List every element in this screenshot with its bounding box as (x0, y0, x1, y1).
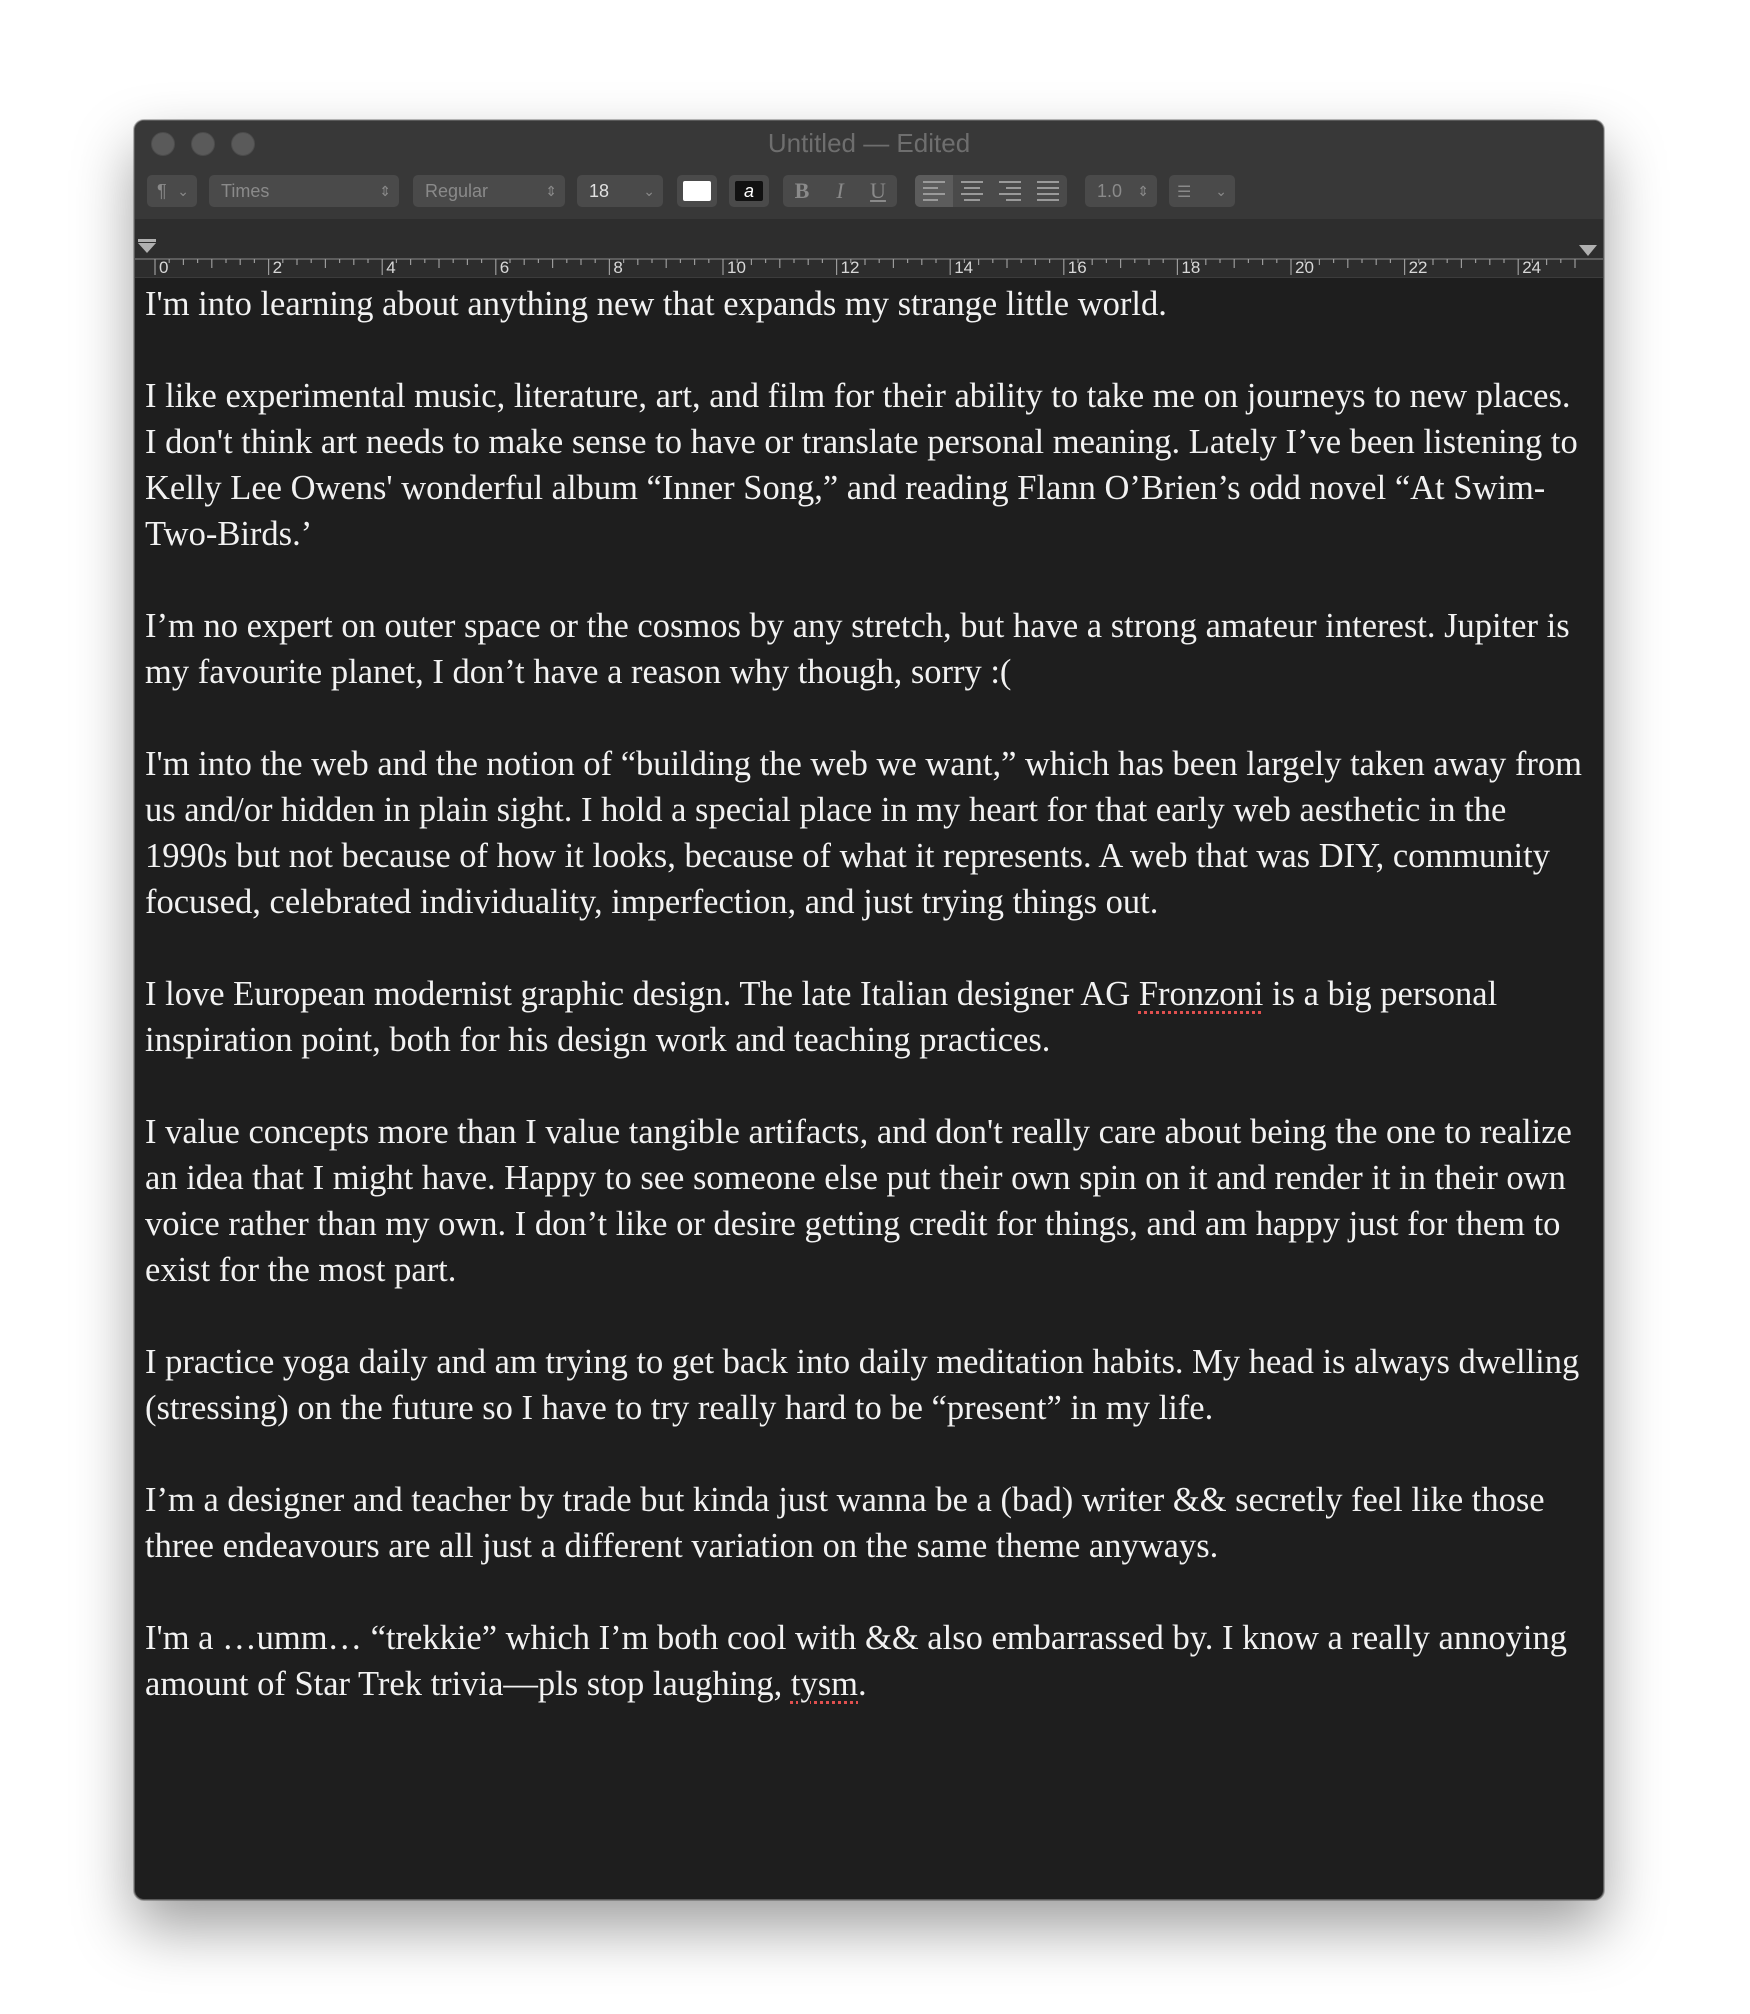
line-spacing-popup[interactable]: 1.0 ⇕ (1085, 175, 1157, 207)
up-down-arrows-icon: ⇕ (545, 183, 557, 199)
ruler-label: 12 (841, 258, 860, 277)
align-right-button[interactable] (991, 175, 1029, 207)
ruler-label: 10 (727, 258, 746, 277)
font-style-value: Regular (425, 181, 489, 201)
document-paragraph: I'm into learning about anything new tha… (145, 285, 1167, 323)
ruler-label: 14 (954, 258, 973, 277)
text-color-swatch (683, 181, 711, 201)
left-indent-marker[interactable] (138, 239, 156, 253)
misspelled-word[interactable]: tysm (791, 1665, 858, 1703)
bold-button[interactable]: B (783, 175, 821, 207)
ruler-label: 6 (500, 258, 509, 277)
format-toolbar: ¶ ⌄ Times ⇕ Regular ⇕ 18 ⌄ a B I U 1.0 ⇕… (135, 165, 1603, 220)
ruler-label: 22 (1409, 258, 1428, 277)
paragraph-text: . (858, 1665, 867, 1703)
up-down-arrows-icon: ⇕ (1137, 183, 1149, 199)
ruler-label: 18 (1181, 258, 1200, 277)
textedit-window: Untitled — Edited ¶ ⌄ Times ⇕ Regular ⇕ … (134, 120, 1604, 1900)
paragraph-text: I love European modernist graphic design… (145, 975, 1139, 1013)
font-style-popup[interactable]: Regular ⇕ (413, 175, 565, 207)
ruler-label: 8 (613, 258, 622, 277)
ruler-label: 4 (386, 258, 395, 277)
align-left-button[interactable] (915, 175, 953, 207)
font-size-value: 18 (589, 181, 610, 201)
ruler-label: 20 (1295, 258, 1314, 277)
background-color-swatch: a (735, 181, 763, 201)
ruler-label: 2 (273, 258, 282, 277)
ruler[interactable]: 0 2 4 6 8 10 12 14 16 18 20 22 24 (135, 219, 1603, 278)
document-paragraph: I value concepts more than I value tangi… (145, 1113, 1572, 1289)
no-color-icon: a (743, 181, 754, 201)
chevron-down-icon: ⌄ (177, 183, 189, 199)
text-color-well[interactable] (677, 175, 717, 207)
document-paragraph: I’m a designer and teacher by trade but … (145, 1481, 1545, 1565)
font-family-popup[interactable]: Times ⇕ (209, 175, 399, 207)
document-paragraph: I practice yoga daily and am trying to g… (145, 1343, 1580, 1427)
chevron-down-icon: ⌄ (1215, 183, 1227, 199)
paragraph-styles-popup[interactable]: ¶ ⌄ (147, 175, 197, 207)
right-margin-marker[interactable] (1579, 245, 1597, 256)
list-icon: ☰ (1177, 184, 1192, 201)
document-paragraph: I’m no expert on outer space or the cosm… (145, 607, 1570, 691)
up-down-arrows-icon: ⇕ (379, 183, 391, 199)
list-bullets-popup[interactable]: ☰ ⌄ (1169, 175, 1235, 207)
misspelled-word[interactable]: Fronzoni (1139, 975, 1264, 1013)
underline-button[interactable]: U (859, 175, 897, 207)
document-paragraph: I'm into the web and the notion of “buil… (145, 745, 1582, 921)
ruler-label: 16 (1068, 258, 1087, 277)
document-paragraph: I love European modernist graphic design… (145, 971, 1589, 1063)
background-color-well[interactable]: a (729, 175, 769, 207)
justify-button[interactable] (1029, 175, 1067, 207)
document-text-area[interactable]: I'm into learning about anything new tha… (145, 281, 1589, 1899)
font-size-combo[interactable]: 18 ⌄ (577, 175, 663, 207)
align-center-button[interactable] (953, 175, 991, 207)
document-paragraph: I like experimental music, literature, a… (145, 377, 1578, 553)
paragraph-icon: ¶ (157, 181, 167, 201)
ruler-scale: 0 2 4 6 8 10 12 14 16 18 20 22 24 (135, 239, 1603, 277)
ruler-label: 24 (1522, 258, 1541, 277)
italic-button[interactable]: I (821, 175, 859, 207)
window-title: Untitled — Edited (767, 128, 971, 158)
title-bar[interactable]: Untitled — Edited (135, 121, 1603, 165)
chevron-down-icon: ⌄ (643, 183, 655, 199)
line-spacing-value: 1.0 (1097, 181, 1123, 201)
ruler-label: 0 (159, 258, 168, 277)
font-family-value: Times (221, 181, 270, 201)
document-paragraph: I'm a …umm… “trekkie” which I’m both coo… (145, 1615, 1589, 1707)
